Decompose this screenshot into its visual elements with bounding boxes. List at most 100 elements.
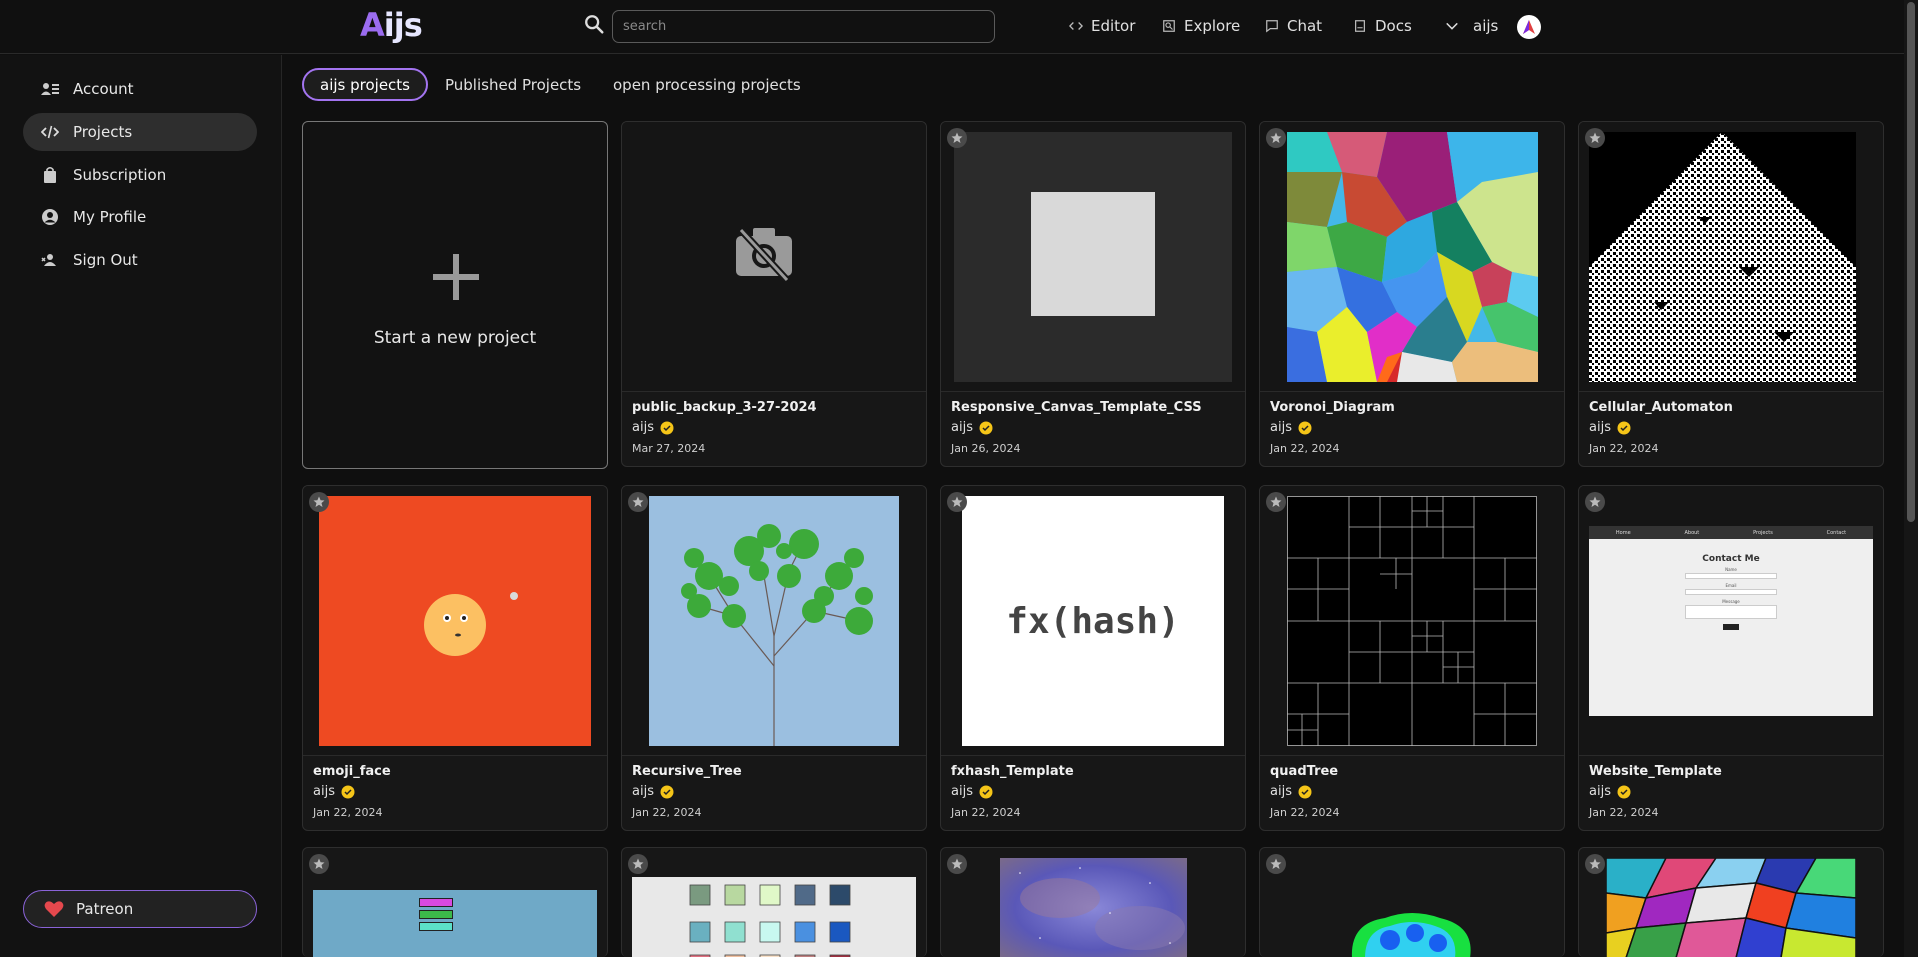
new-project-card[interactable]: Start a new project <box>302 121 608 469</box>
fxhash-logo-text: fx(hash) <box>1006 600 1180 642</box>
author-name: aijs <box>632 420 654 435</box>
project-author: aijs <box>1589 784 1631 799</box>
nav-explore[interactable]: Explore <box>1162 17 1240 35</box>
project-card[interactable]: Home About Projects Contact Contact Me N… <box>1578 485 1884 831</box>
nav-editor[interactable]: Editor <box>1069 17 1135 35</box>
project-thumbnail <box>632 877 916 957</box>
chevron-down-icon <box>1446 22 1458 30</box>
project-card[interactable]: emoji_face aijs Jan 22, 2024 <box>302 485 608 831</box>
search-icon[interactable] <box>583 13 605 35</box>
profile-icon <box>42 209 58 225</box>
star-icon[interactable] <box>947 492 967 512</box>
project-date: Jan 22, 2024 <box>1589 442 1659 455</box>
project-title: fxhash_Template <box>951 764 1074 779</box>
sidebar-item-label: Account <box>73 80 134 98</box>
website-thumb-field-label: Email <box>1725 583 1737 588</box>
verified-badge-icon <box>660 785 674 798</box>
project-date: Jan 22, 2024 <box>1589 806 1659 819</box>
scrollbar[interactable] <box>1904 0 1918 957</box>
sign-out-icon <box>41 254 56 266</box>
logo[interactable]: Aijs <box>360 6 423 44</box>
sidebar-item-projects[interactable]: Projects <box>23 113 257 151</box>
website-thumb-field <box>1685 573 1777 579</box>
project-author: aijs <box>632 420 674 435</box>
star-icon[interactable] <box>628 854 648 874</box>
project-thumbnail <box>1000 858 1187 957</box>
verified-badge-icon <box>660 421 674 434</box>
star-icon[interactable] <box>1585 128 1605 148</box>
project-card[interactable]: fx(hash) fxhash_Template aijs Jan 22, 20… <box>940 485 1246 831</box>
sidebar-item-account[interactable]: Account <box>23 70 257 108</box>
project-card[interactable]: public_backup_3-27-2024 aijs Mar 27, 202… <box>621 121 927 467</box>
avatar[interactable] <box>1517 15 1541 39</box>
website-thumb-button <box>1723 624 1739 630</box>
project-title: Voronoi_Diagram <box>1270 400 1395 415</box>
website-thumb-heading: Contact Me <box>1702 554 1760 564</box>
project-card[interactable]: Cellular_Automaton aijs Jan 22, 2024 <box>1578 121 1884 467</box>
sidebar-item-label: My Profile <box>73 208 147 226</box>
project-card[interactable] <box>1259 847 1565 957</box>
sidebar-item-subscription[interactable]: Subscription <box>23 156 257 194</box>
star-icon[interactable] <box>1266 854 1286 874</box>
project-author: aijs <box>313 784 355 799</box>
project-title: Recursive_Tree <box>632 764 742 779</box>
scrollbar-thumb[interactable] <box>1907 2 1915 522</box>
tab-label: aijs projects <box>320 75 410 94</box>
star-icon[interactable] <box>628 492 648 512</box>
patreon-button[interactable]: Patreon <box>23 890 257 928</box>
author-name: aijs <box>1270 420 1292 435</box>
project-thumbnail <box>954 132 1232 382</box>
project-card[interactable] <box>621 847 927 957</box>
author-name: aijs <box>632 784 654 799</box>
tab-published-projects[interactable]: Published Projects <box>429 68 597 101</box>
thumbnail-area <box>622 122 926 392</box>
project-thumbnail <box>319 496 591 746</box>
star-icon[interactable] <box>1585 854 1605 874</box>
docs-icon <box>1355 20 1365 32</box>
project-card[interactable]: Recursive_Tree aijs Jan 22, 2024 <box>621 485 927 831</box>
author-name: aijs <box>1589 784 1611 799</box>
sidebar-item-label: Sign Out <box>73 251 138 269</box>
account-icon <box>41 83 59 95</box>
project-card[interactable] <box>302 847 608 957</box>
project-author: aijs <box>1270 420 1312 435</box>
project-thumbnail <box>1287 132 1538 382</box>
project-card[interactable]: Responsive_Canvas_Template_CSS aijs Jan … <box>940 121 1246 467</box>
explore-icon <box>1163 20 1175 32</box>
project-card[interactable] <box>1578 847 1884 957</box>
author-name: aijs <box>951 784 973 799</box>
project-author: aijs <box>951 420 993 435</box>
star-icon[interactable] <box>1266 128 1286 148</box>
thumbnail-area <box>303 486 607 756</box>
project-thumbnail <box>1606 858 1856 957</box>
nav-docs[interactable]: Docs <box>1353 17 1412 35</box>
new-project-label: Start a new project <box>373 328 537 348</box>
patreon-label: Patreon <box>76 900 134 918</box>
user-menu[interactable]: aijs <box>1445 17 1498 35</box>
sidebar-item-my-profile[interactable]: My Profile <box>23 198 257 236</box>
author-name: aijs <box>1589 420 1611 435</box>
verified-badge-icon <box>979 785 993 798</box>
sidebar-item-sign-out[interactable]: Sign Out <box>23 241 257 279</box>
project-title: Website_Template <box>1589 764 1722 779</box>
nav-chat[interactable]: Chat <box>1265 17 1322 35</box>
project-card[interactable] <box>940 847 1246 957</box>
project-date: Jan 22, 2024 <box>313 806 383 819</box>
project-card[interactable]: quadTree aijs Jan 22, 2024 <box>1259 485 1565 831</box>
star-icon[interactable] <box>309 492 329 512</box>
star-icon[interactable] <box>947 128 967 148</box>
star-icon[interactable] <box>947 854 967 874</box>
star-icon[interactable] <box>1266 492 1286 512</box>
project-card[interactable]: Voronoi_Diagram aijs Jan 22, 2024 <box>1259 121 1565 467</box>
search-input[interactable] <box>612 10 995 43</box>
tab-aijs-projects[interactable]: aijs projects <box>302 68 428 101</box>
website-thumb-field <box>1685 605 1777 619</box>
star-icon[interactable] <box>309 854 329 874</box>
project-date: Jan 22, 2024 <box>632 806 702 819</box>
nav-chat-label: Chat <box>1287 17 1323 35</box>
website-thumb-field-label: Name <box>1725 567 1737 572</box>
logo-text: ijs <box>383 6 423 44</box>
project-author: aijs <box>1270 784 1312 799</box>
tab-open-processing-projects[interactable]: open processing projects <box>597 68 817 101</box>
star-icon[interactable] <box>1585 492 1605 512</box>
